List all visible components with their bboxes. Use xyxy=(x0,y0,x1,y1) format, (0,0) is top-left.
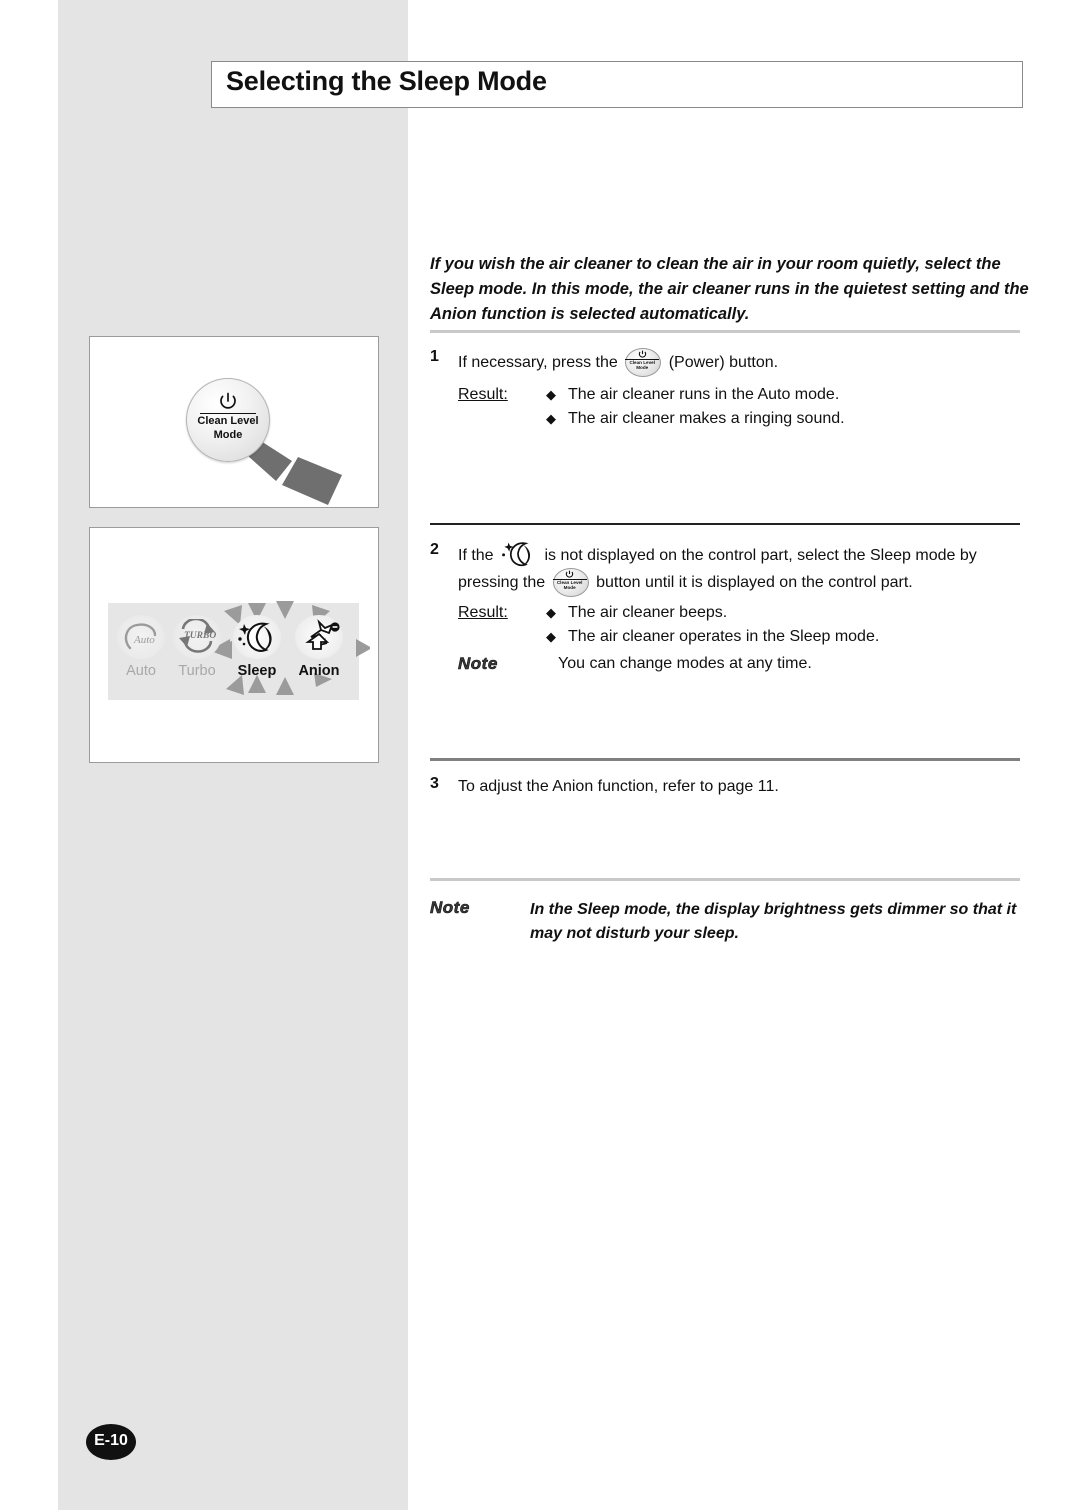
step-2-number: 2 xyxy=(430,541,439,558)
page-number-label: E-10 xyxy=(94,1432,128,1449)
power-symbol-icon xyxy=(625,350,659,359)
indicator-label-auto: Auto xyxy=(126,663,156,679)
divider-above-step2 xyxy=(430,523,1020,525)
diamond-bullet-icon: ◆ xyxy=(546,411,556,426)
note-text: You can change modes at any time. xyxy=(558,655,812,672)
divider-above-step3 xyxy=(430,758,1020,761)
result-item: ◆ The air cleaner beeps. xyxy=(546,601,1028,625)
result-item: ◆ The air cleaner runs in the Auto mode. xyxy=(546,383,1028,407)
step-3-body: To adjust the Anion function, refer to p… xyxy=(458,778,779,795)
power-button-icon[interactable]: Clean Level Mode xyxy=(625,348,662,377)
step-1-text-after: (Power) button. xyxy=(668,354,779,371)
svg-text:Auto: Auto xyxy=(133,634,155,646)
intro-paragraph: If you wish the air cleaner to clean the… xyxy=(430,255,1029,323)
sleep-moon-icon xyxy=(229,613,285,661)
auto-fan-icon: Auto xyxy=(113,613,169,661)
step-1-number: 1 xyxy=(430,348,439,365)
bottom-note: Note In the Sleep mode, the display brig… xyxy=(430,898,1030,946)
button-divider xyxy=(200,413,256,414)
result-label: Result: xyxy=(458,386,508,403)
button-label-line1: Clean Level xyxy=(197,415,259,427)
sleep-moon-icon xyxy=(500,541,538,567)
step-2-text-a: If the xyxy=(458,547,494,564)
diamond-bullet-icon: ◆ xyxy=(546,387,556,402)
power-button-graphic: Clean Level Mode xyxy=(186,378,270,462)
mini-button-label2: Mode xyxy=(636,365,649,370)
divider-above-step1 xyxy=(430,330,1020,333)
page-title-box: Selecting the Sleep Mode xyxy=(211,61,1023,108)
step-2-text-c: button until it is displayed on the cont… xyxy=(596,574,913,591)
anion-leaf-icon xyxy=(291,613,347,661)
control-indicator-strip: Auto Auto TURBO Turbo Sleep Anion xyxy=(108,601,370,700)
svg-text:TURBO: TURBO xyxy=(184,631,216,641)
turbo-icon: TURBO xyxy=(169,613,225,661)
indicator-label-turbo: Turbo xyxy=(178,663,216,679)
page-number-badge: E-10 xyxy=(86,1424,136,1460)
result-item: ◆ The air cleaner makes a ringing sound. xyxy=(546,407,1028,431)
step-2-body: If the is not displayed on the control p… xyxy=(458,541,1028,649)
divider-above-note xyxy=(430,878,1020,881)
bottom-note-text: In the Sleep mode, the display brightnes… xyxy=(530,901,1017,942)
indicator-cell-turbo: TURBO Turbo xyxy=(166,613,228,679)
indicator-label-sleep: Sleep xyxy=(237,663,277,679)
page-title: Selecting the Sleep Mode xyxy=(226,66,547,96)
step-1-body: If necessary, press the Clean Level Mode… xyxy=(458,348,1028,431)
illustration-control-panel: Auto Auto TURBO Turbo Sleep Anion xyxy=(89,527,379,763)
step-3-number: 3 xyxy=(430,775,439,792)
result-label: Result: xyxy=(458,604,508,621)
step-1-result: Result: ◆ The air cleaner runs in the Aut… xyxy=(458,383,1028,431)
power-symbol-icon xyxy=(553,570,587,579)
power-button-icon[interactable]: Clean Level Mode xyxy=(552,568,589,597)
note-word: Note xyxy=(458,654,498,674)
indicator-cell-auto: Auto Auto xyxy=(110,613,172,679)
illustration-power-button: Clean Level Mode xyxy=(89,336,379,508)
bottom-note-word: Note xyxy=(430,898,470,918)
mini-button-label2: Mode xyxy=(563,585,576,590)
result-item: ◆ The air cleaner operates in the Sleep m… xyxy=(546,625,1028,649)
button-label-line2: Mode xyxy=(213,429,243,441)
step-1-text-before: If necessary, press the xyxy=(458,354,618,371)
step-2-result: Result: ◆ The air cleaner beeps. ◆ The air… xyxy=(458,601,1028,649)
indicator-cell-anion: Anion xyxy=(288,613,350,679)
indicator-label-anion: Anion xyxy=(298,663,340,679)
diamond-bullet-icon: ◆ xyxy=(546,629,556,644)
indicator-cell-sleep: Sleep xyxy=(226,613,288,679)
diamond-bullet-icon: ◆ xyxy=(546,605,556,620)
